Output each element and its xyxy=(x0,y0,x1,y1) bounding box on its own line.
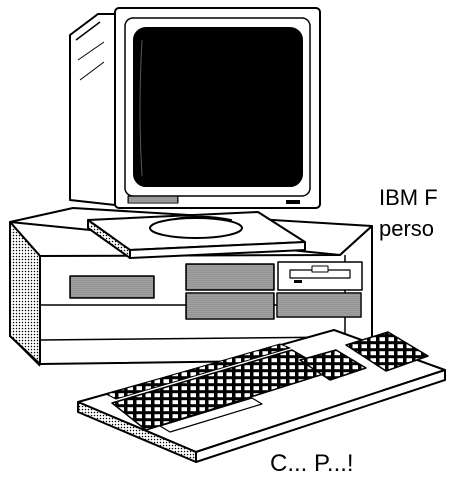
caption-line-1: IBM F xyxy=(379,185,438,210)
floppy-drive xyxy=(277,261,363,291)
caption-line-2: perso xyxy=(379,216,435,241)
monitor-screen xyxy=(133,27,303,187)
crt-monitor xyxy=(69,7,321,209)
monitor-stand xyxy=(87,211,306,259)
caption-line-3: C... P...! xyxy=(270,450,354,477)
